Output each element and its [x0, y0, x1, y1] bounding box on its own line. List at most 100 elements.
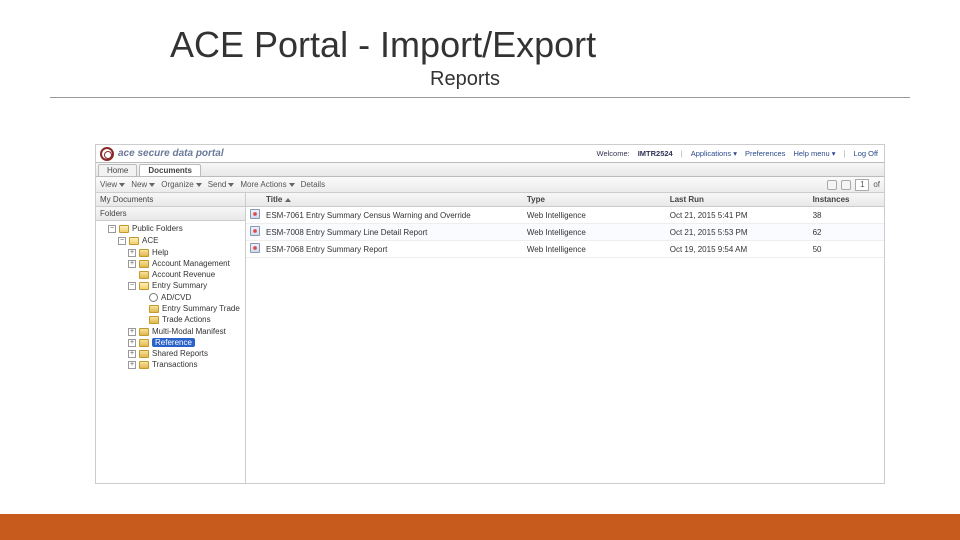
folder-icon — [139, 260, 149, 268]
cell-instances: 62 — [809, 226, 884, 239]
brand-text: ace secure data portal — [118, 148, 224, 159]
folder-icon — [149, 316, 159, 324]
tree-node-es-trade[interactable]: Entry Summary Trade — [138, 303, 245, 314]
circle-icon — [149, 293, 158, 302]
expand-icon[interactable]: + — [128, 260, 136, 268]
tree-node-shared-reports[interactable]: + Shared Reports — [128, 348, 245, 359]
header-right: Welcome: IMTR2524 | Applications ▾ Prefe… — [597, 149, 885, 158]
cell-last-run: Oct 21, 2015 5:53 PM — [666, 226, 809, 239]
new-menu[interactable]: New — [131, 180, 155, 189]
tree-label: ACE — [142, 236, 158, 245]
view-menu[interactable]: View — [100, 180, 125, 189]
tree-node-transactions[interactable]: + Transactions — [128, 359, 245, 370]
tree-node-account-management[interactable]: +Account Management — [128, 258, 245, 269]
tree-node-entry-summary[interactable]: − Entry Summary — [128, 280, 245, 291]
col-title[interactable]: Title — [262, 193, 523, 206]
spacer — [128, 271, 136, 279]
expand-icon[interactable]: + — [128, 339, 136, 347]
webi-doc-icon — [250, 243, 260, 253]
tree-label: AD/CVD — [161, 293, 191, 302]
column-headers: Title Type Last Run Instances — [246, 193, 884, 207]
sidebar: My Documents Folders −Public Folders −AC… — [96, 193, 246, 483]
help-menu[interactable]: Help menu ▾ — [793, 149, 835, 158]
tree-label: Help — [152, 248, 168, 257]
expand-icon[interactable]: + — [128, 328, 136, 336]
brand-logo-icon — [100, 147, 114, 161]
expand-icon[interactable]: + — [128, 249, 136, 257]
sort-asc-icon — [285, 198, 291, 202]
cell-instances: 50 — [809, 243, 884, 256]
tab-bar: Home Documents — [96, 163, 884, 177]
list-row[interactable]: ESM-7068 Entry Summary Report Web Intell… — [246, 241, 884, 258]
tree-node-trade-actions[interactable]: Trade Actions — [138, 314, 245, 325]
tree-label: Public Folders — [132, 224, 183, 233]
applications-menu[interactable]: Applications ▾ — [691, 149, 737, 158]
list-row[interactable]: ESM-7008 Entry Summary Line Detail Repor… — [246, 224, 884, 241]
tree-label: Entry Summary — [152, 281, 207, 290]
brand: ace secure data portal — [96, 147, 224, 161]
tree-node-multi-modal[interactable]: + Multi-Modal Manifest — [128, 326, 245, 337]
folder-icon — [139, 339, 149, 347]
folder-icon — [149, 305, 159, 313]
cell-type: Web Intelligence — [523, 243, 666, 256]
expand-icon[interactable]: + — [128, 361, 136, 369]
sidebar-section-folders[interactable]: Folders — [96, 207, 245, 221]
caret-down-icon — [119, 183, 125, 187]
tree-node-ace[interactable]: − ACE — [118, 235, 245, 246]
send-menu[interactable]: Send — [208, 180, 235, 189]
tree-node-reference[interactable]: + Reference — [128, 337, 245, 348]
cell-instances: 38 — [809, 209, 884, 222]
list-row[interactable]: ESM-7061 Entry Summary Census Warning an… — [246, 207, 884, 224]
tree-label: Multi-Modal Manifest — [152, 327, 226, 336]
col-instances[interactable]: Instances — [809, 193, 884, 206]
details-button[interactable]: Details — [301, 180, 325, 189]
spacer — [138, 294, 146, 302]
logoff-link[interactable]: Log Off — [854, 149, 878, 158]
refresh-icon[interactable] — [827, 180, 837, 190]
tree-node-account-revenue[interactable]: Account Revenue — [128, 269, 245, 280]
caret-down-icon — [228, 183, 234, 187]
organize-menu[interactable]: Organize — [161, 180, 201, 189]
caret-down-icon — [196, 183, 202, 187]
welcome-label: Welcome: — [597, 149, 630, 158]
tree-node-help[interactable]: + Help — [128, 247, 245, 258]
sidebar-section-my-documents[interactable]: My Documents — [96, 193, 245, 207]
tree-label: Transactions — [152, 360, 198, 369]
col-type[interactable]: Type — [523, 193, 666, 206]
app-header: ace secure data portal Welcome: IMTR2524… — [96, 145, 884, 163]
webi-doc-icon — [250, 209, 260, 219]
tree-label: Trade Actions — [162, 315, 211, 324]
col-last-run[interactable]: Last Run — [666, 193, 809, 206]
slide-footer-bar — [0, 514, 960, 540]
welcome-user: IMTR2524 — [638, 149, 673, 158]
cell-last-run: Oct 19, 2015 9:54 AM — [666, 243, 809, 256]
tree-node-public-folders[interactable]: − Public Folders — [108, 223, 245, 234]
tab-home[interactable]: Home — [98, 164, 137, 176]
content-pane: Title Type Last Run Instances ESM-7061 E… — [246, 193, 884, 483]
page-number-input[interactable]: 1 — [855, 179, 869, 191]
expand-icon[interactable]: + — [128, 350, 136, 358]
collapse-icon[interactable]: − — [118, 237, 126, 245]
folder-icon — [139, 271, 149, 279]
caret-down-icon — [149, 183, 155, 187]
toolbar: View New Organize Send More Actions Deta… — [96, 177, 884, 193]
tree-label: Entry Summary Trade — [162, 304, 240, 313]
separator: | — [681, 149, 683, 158]
folder-icon — [139, 249, 149, 257]
spacer — [138, 305, 146, 313]
preferences-link[interactable]: Preferences — [745, 149, 785, 158]
folder-icon — [139, 328, 149, 336]
folder-open-icon — [119, 225, 129, 233]
prev-page-icon[interactable] — [841, 180, 851, 190]
tree-node-adcvd[interactable]: AD/CVD — [138, 292, 245, 303]
collapse-icon[interactable]: − — [128, 282, 136, 290]
tree-label: Account Revenue — [152, 270, 215, 279]
tab-documents[interactable]: Documents — [139, 164, 201, 176]
collapse-icon[interactable]: − — [108, 225, 116, 233]
tree-label: Shared Reports — [152, 349, 208, 358]
more-actions-menu[interactable]: More Actions — [240, 180, 294, 189]
tree-label-selected: Reference — [152, 338, 195, 347]
cell-title: ESM-7061 Entry Summary Census Warning an… — [262, 209, 523, 222]
cell-title: ESM-7068 Entry Summary Report — [262, 243, 523, 256]
folder-tree: −Public Folders −ACE +Help +Account Mana… — [96, 221, 245, 483]
